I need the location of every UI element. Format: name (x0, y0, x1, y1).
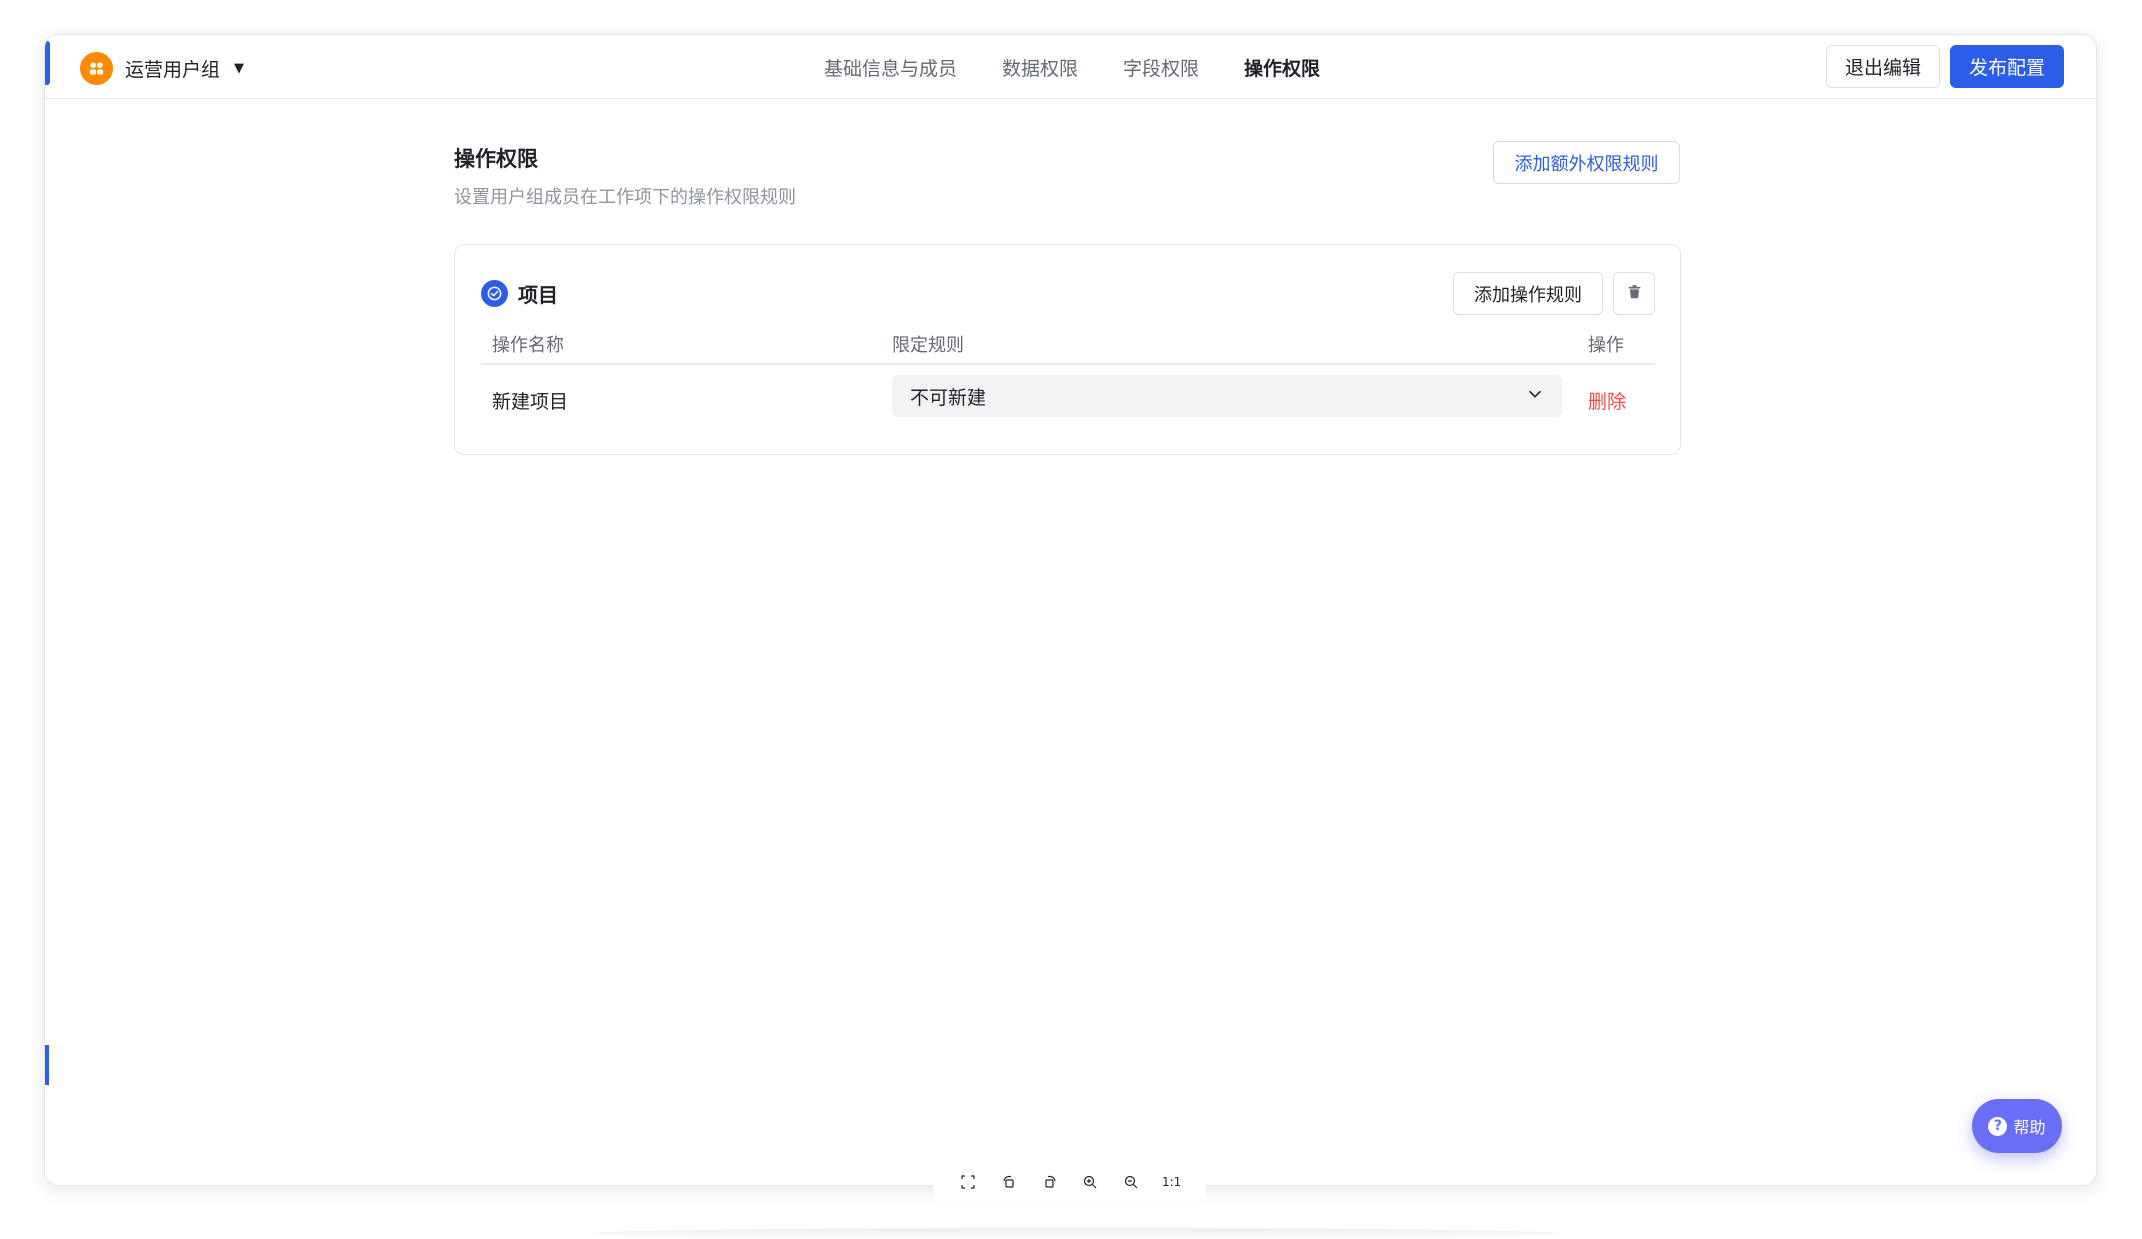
delete-row-link[interactable]: 删除 (1588, 387, 1626, 414)
tab-field-permission[interactable]: 字段权限 (1123, 54, 1199, 81)
question-icon: ? (1988, 1116, 2008, 1136)
operation-name: 新建项目 (492, 391, 569, 413)
section-description: 设置用户组成员在工作项下的操作权限规则 (454, 187, 796, 208)
help-label: 帮助 (2013, 1118, 2046, 1137)
group-switcher[interactable]: 运营用户组 ▼ (80, 51, 244, 85)
rule-select-value: 不可新建 (910, 386, 987, 409)
stage: 运营用户组 ▼ 基础信息与成员 数据权限 字段权限 操作权限 退出编辑 发布配置… (0, 0, 2142, 1239)
table-row: 新建项目 不可新建 删除 (481, 365, 1655, 435)
zoom-toolbar: 1:1 (934, 1163, 1206, 1201)
zoom-in-icon[interactable] (1080, 1172, 1100, 1192)
check-circle-icon (481, 280, 508, 307)
operation-table: 操作名称 限定规则 操作 新建项目 不可新建 删除 (481, 323, 1655, 435)
group-name: 运营用户组 (125, 58, 221, 81)
top-header: 运营用户组 ▼ 基础信息与成员 数据权限 字段权限 操作权限 退出编辑 发布配置 (45, 35, 2096, 99)
column-header-action: 操作 (1588, 335, 1624, 356)
column-header-name: 操作名称 (492, 335, 564, 356)
reset-zoom-button[interactable]: 1:1 (1162, 1172, 1182, 1192)
caret-down-icon: ▼ (234, 60, 245, 76)
add-extra-rule-button[interactable]: 添加额外权限规则 (1493, 141, 1680, 184)
fullscreen-icon[interactable] (958, 1172, 978, 1192)
tab-data-permission[interactable]: 数据权限 (1002, 54, 1078, 81)
publish-config-button[interactable]: 发布配置 (1949, 45, 2064, 88)
left-accent-bar-lower (45, 1045, 49, 1085)
rotate-right-icon[interactable] (1040, 1172, 1060, 1192)
chevron-down-icon (1526, 385, 1544, 407)
exit-edit-button[interactable]: 退出编辑 (1825, 45, 1940, 88)
rule-select[interactable]: 不可新建 (892, 375, 1562, 417)
panel-header: 项目 (481, 279, 558, 308)
bottom-shadow (590, 1228, 1560, 1239)
app-window: 运营用户组 ▼ 基础信息与成员 数据权限 字段权限 操作权限 退出编辑 发布配置… (44, 34, 2097, 1186)
help-button[interactable]: ? 帮助 (1972, 1099, 2062, 1153)
section-title: 操作权限 (454, 147, 538, 171)
table-header: 操作名称 限定规则 操作 (481, 323, 1655, 365)
rotate-left-icon[interactable] (999, 1172, 1019, 1192)
panel-title: 项目 (518, 283, 558, 307)
tab-operation-permission[interactable]: 操作权限 (1244, 54, 1320, 81)
add-operation-rule-button[interactable]: 添加操作规则 (1453, 272, 1603, 315)
tab-bar: 基础信息与成员 数据权限 字段权限 操作权限 (824, 35, 1320, 99)
column-header-rule: 限定规则 (892, 335, 964, 356)
delete-panel-button[interactable] (1613, 272, 1655, 315)
user-group-icon (80, 51, 113, 85)
header-actions: 退出编辑 发布配置 (1825, 45, 2064, 88)
zoom-out-icon[interactable] (1121, 1172, 1141, 1192)
tab-basic-info[interactable]: 基础信息与成员 (824, 54, 957, 81)
trash-icon (1626, 283, 1643, 304)
permission-panel: 项目 添加操作规则 操作名称 限定规则 操作 新建项目 不可新建 删除 (454, 244, 1681, 455)
